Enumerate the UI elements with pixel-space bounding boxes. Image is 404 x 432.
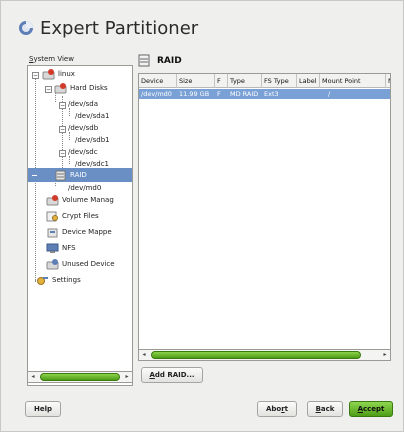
help-label: Help — [33, 405, 53, 413]
partitioner-logo-icon — [19, 21, 33, 35]
tree-item-volume-management[interactable]: Volume Manag — [46, 194, 114, 206]
tree-item-label: /dev/sdb — [68, 124, 99, 132]
tree-item-crypt-files[interactable]: Crypt Files — [46, 210, 99, 222]
scroll-thumb[interactable] — [151, 351, 361, 359]
tree-item-unused-devices[interactable]: Unused Device — [46, 258, 115, 270]
tree-item-linux[interactable]: linux — [42, 68, 75, 80]
expert-partitioner-window: Expert Partitioner System View − linux −… — [0, 0, 404, 432]
table-row[interactable]: /dev/md0 11.99 GB F MD RAID Ext3 / — [139, 89, 390, 99]
tree-item-settings[interactable]: Settings — [36, 274, 81, 286]
tree-item-label: Device Mappe — [62, 228, 112, 236]
tree-item-label: /dev/sda1 — [75, 112, 110, 120]
tree-item-label: /dev/sdc1 — [75, 160, 110, 168]
tree-expander-sdc[interactable]: − — [59, 150, 66, 157]
raid-icon — [55, 170, 66, 180]
tree-horizontal-scrollbar[interactable]: ◂ ▸ — [27, 371, 133, 383]
abort-label-post: t — [284, 405, 289, 413]
hard-drive-icon — [42, 68, 55, 79]
tree-item-dev-sdb[interactable]: /dev/sdb — [68, 122, 98, 134]
column-header-size[interactable]: Size — [177, 74, 215, 88]
tree-expander-sdb[interactable]: − — [59, 126, 66, 133]
system-view-label: System View — [29, 55, 74, 63]
raid-panel-title: RAID — [157, 55, 182, 66]
hard-drive-icon — [54, 82, 67, 93]
accept-label: ccept — [363, 405, 385, 413]
tree-item-dev-sda1[interactable]: /dev/sda1 — [75, 110, 109, 122]
column-header-fs-type[interactable]: FS Type — [262, 74, 297, 88]
tree-item-label: Hard Disks — [70, 84, 108, 92]
column-header-type[interactable]: Type — [228, 74, 262, 88]
cell-size: 11.99 GB — [179, 90, 210, 98]
raid-table-horizontal-scrollbar[interactable]: ◂ ▸ — [138, 349, 391, 361]
tree-item-label: /dev/sdc — [68, 148, 98, 156]
tree-item-raid[interactable]: RAID — [28, 168, 132, 182]
tree-item-label: Volume Manag — [62, 196, 114, 204]
column-header-f[interactable]: F — [215, 74, 228, 88]
cell-device: /dev/md0 — [141, 90, 172, 98]
help-button[interactable]: Help — [25, 401, 61, 417]
crypt-icon — [46, 211, 58, 221]
raid-icon — [138, 54, 150, 67]
tree-item-device-mapper[interactable]: Device Mappe — [46, 226, 112, 238]
add-raid-button[interactable]: Add RAID... — [141, 367, 203, 383]
tree-item-dev-md0[interactable]: /dev/md0 — [68, 182, 101, 194]
scroll-left-icon[interactable]: ◂ — [28, 372, 38, 382]
cell-type: MD RAID — [230, 90, 259, 98]
cell-f: F — [217, 90, 221, 98]
tree-item-label: RAID — [70, 171, 87, 179]
back-button[interactable]: Back — [307, 401, 343, 417]
scroll-thumb[interactable] — [40, 373, 120, 381]
raid-panel-header: RAID — [137, 54, 182, 67]
add-raid-label: dd RAID... — [154, 371, 195, 379]
collapse-minus-icon — [32, 174, 37, 176]
tree-item-label: /dev/md0 — [68, 184, 102, 192]
tree-item-nfs[interactable]: NFS — [46, 242, 76, 254]
device-mapper-icon — [47, 228, 58, 237]
scroll-right-icon[interactable]: ▸ — [380, 350, 390, 360]
raid-table[interactable]: Device Size F Type FS Type Label Mount P… — [138, 73, 391, 361]
column-header-mount-point[interactable]: Mount Point — [320, 74, 386, 88]
system-view-label-rest: ystem View — [33, 55, 74, 63]
scroll-left-icon[interactable]: ◂ — [139, 350, 149, 360]
column-header-label[interactable]: Label — [297, 74, 320, 88]
abort-button[interactable]: Abo r t — [257, 401, 297, 417]
cell-mount-point: / — [328, 90, 331, 98]
cell-label — [297, 89, 320, 99]
page-title: Expert Partitioner — [40, 17, 199, 39]
system-view-tree[interactable]: − linux − Hard Disks − /dev/sda /dev/sda… — [27, 65, 133, 386]
tree-item-label: Crypt Files — [62, 212, 99, 220]
tree-item-label: /dev/sda — [68, 100, 98, 108]
column-header-device[interactable]: Device — [139, 74, 177, 88]
tree-expander-linux[interactable]: − — [32, 72, 39, 79]
tree-item-label: Unused Device — [62, 260, 115, 268]
tree-item-dev-sda[interactable]: /dev/sda — [68, 98, 98, 110]
back-label: ack — [320, 405, 335, 413]
tree-expander-hard-disks[interactable]: − — [45, 86, 52, 93]
tree-item-dev-sdb1[interactable]: /dev/sdb1 — [75, 134, 110, 146]
scroll-right-icon[interactable]: ▸ — [122, 372, 132, 382]
table-header: Device Size F Type FS Type Label Mount P… — [139, 74, 390, 88]
nfs-icon — [46, 243, 59, 253]
tree-item-dev-sdc[interactable]: /dev/sdc — [68, 146, 98, 158]
tree-expander-sda[interactable]: − — [59, 102, 66, 109]
column-header-m[interactable]: M — [386, 74, 390, 88]
title-row: Expert Partitioner — [18, 15, 198, 41]
tree-item-label: linux — [58, 70, 75, 78]
accept-button[interactable]: Accept — [349, 401, 393, 417]
abort-label-pre: Abo — [265, 405, 282, 413]
tree-item-label: Settings — [52, 276, 81, 284]
tree-item-hard-disks[interactable]: Hard Disks — [54, 82, 108, 94]
tree-item-label: /dev/sdb1 — [75, 136, 110, 144]
cell-fs-type: Ext3 — [264, 90, 279, 98]
unused-device-icon — [46, 258, 59, 269]
settings-icon — [37, 276, 48, 285]
tree-item-label: NFS — [62, 244, 76, 252]
cell-m — [386, 89, 390, 99]
volume-icon — [46, 194, 59, 205]
